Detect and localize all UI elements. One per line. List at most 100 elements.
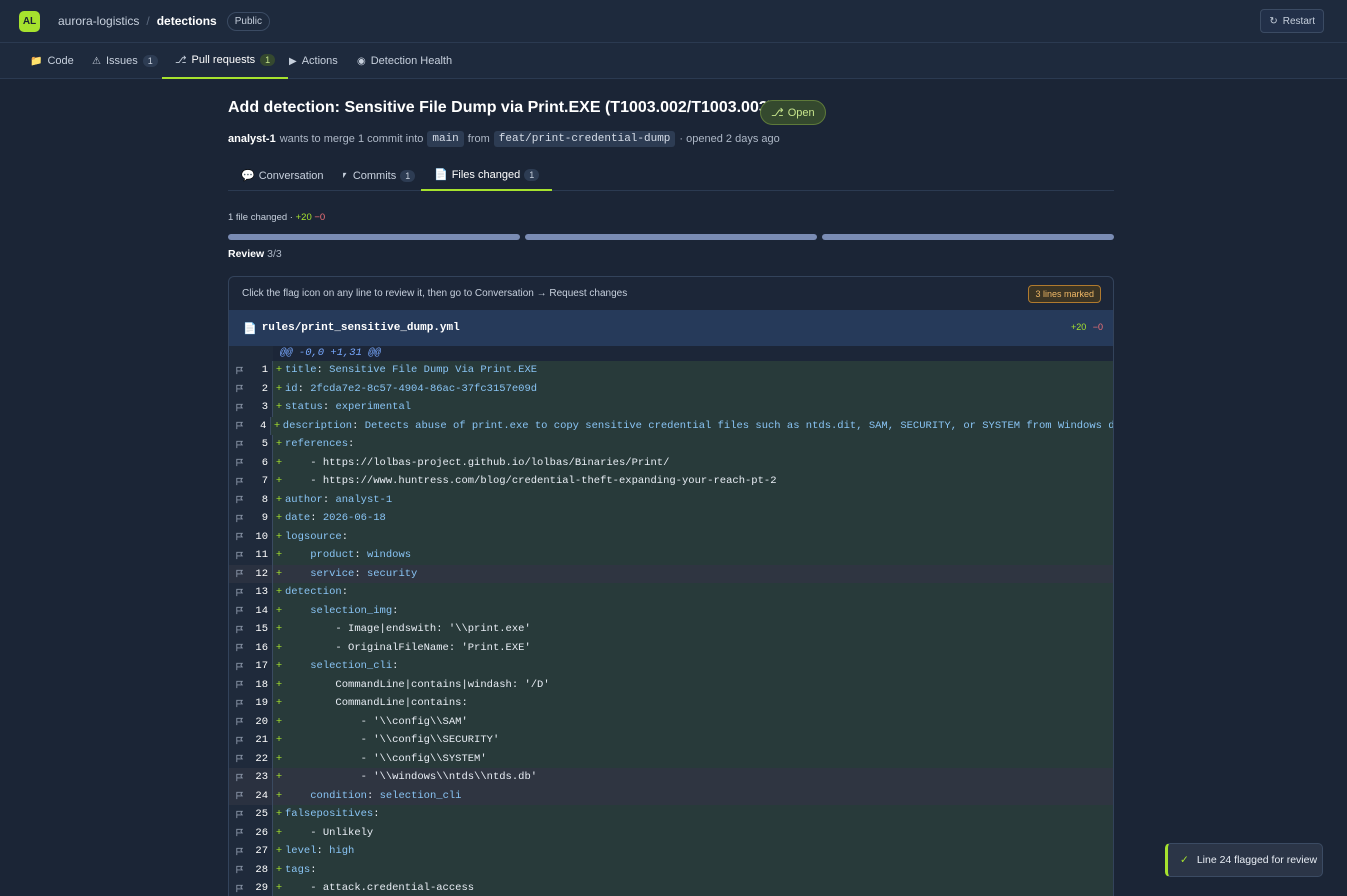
line-content: - '\\config\\SYSTEM' bbox=[285, 750, 487, 769]
line-number: 5 bbox=[250, 435, 273, 454]
flag-icon[interactable] bbox=[229, 509, 250, 528]
file-path[interactable]: rules/print_sensitive_dump.yml bbox=[262, 322, 460, 334]
flag-icon[interactable] bbox=[229, 675, 250, 694]
addition-marker: + bbox=[275, 512, 283, 524]
diff-line: 26 + - Unlikely bbox=[229, 823, 1113, 842]
file-header[interactable]: 📄 rules/print_sensitive_dump.yml +20 −0 bbox=[229, 310, 1113, 346]
flag-icon[interactable] bbox=[229, 842, 250, 861]
line-number: 7 bbox=[250, 472, 273, 491]
flag-icon[interactable] bbox=[229, 583, 250, 602]
pr-author[interactable]: analyst-1 bbox=[228, 133, 276, 145]
line-number: 24 bbox=[250, 786, 273, 805]
flag-icon[interactable] bbox=[229, 694, 250, 713]
flag-icon[interactable] bbox=[229, 601, 250, 620]
flag-icon[interactable] bbox=[229, 786, 250, 805]
diff-code: @@ -0,0 +1,31 @@ 1 + title: Sensitive File… bbox=[229, 346, 1114, 896]
flag-icon[interactable] bbox=[229, 749, 250, 768]
yaml-colon: : bbox=[310, 863, 317, 876]
yaml-colon: : bbox=[341, 530, 349, 543]
review-label-text: Review bbox=[228, 248, 265, 260]
nav-tab-issues[interactable]: ⚠ Issues 1 bbox=[92, 43, 158, 79]
yaml-key: level bbox=[285, 845, 317, 857]
line-number: 21 bbox=[250, 731, 273, 750]
yaml-value: Detects abuse of print.exe to copy sensi… bbox=[364, 419, 1114, 432]
yaml-value: - '\\windows\\ntds\\ntds.db' bbox=[360, 771, 538, 783]
flag-icon[interactable] bbox=[229, 398, 250, 417]
yaml-value: CommandLine|contains: bbox=[335, 697, 468, 709]
flag-icon[interactable] bbox=[229, 731, 250, 750]
flag-icon[interactable] bbox=[229, 379, 250, 398]
yaml-value: 2fcda7e2-8c57-4904-86ac-37fc3157e09d bbox=[310, 382, 538, 395]
yaml-key: product bbox=[310, 549, 355, 561]
flag-icon[interactable] bbox=[229, 860, 250, 879]
flag-icon[interactable] bbox=[229, 435, 250, 454]
commits-count: 1 bbox=[400, 169, 416, 182]
nav-tab-detection-health[interactable]: ◉ Detection Health bbox=[357, 43, 452, 79]
addition-marker: + bbox=[275, 401, 283, 413]
line-content: id: 2fcda7e2-8c57-4904-86ac-37fc3157e09d bbox=[285, 380, 537, 399]
base-branch[interactable]: main bbox=[427, 131, 464, 147]
line-content: falsepositives: bbox=[285, 805, 380, 824]
flag-icon[interactable] bbox=[229, 638, 250, 657]
tab-files-changed[interactable]: 📄 Files changed 1 bbox=[421, 160, 553, 191]
flag-icon[interactable] bbox=[229, 657, 250, 676]
flag-icon[interactable] bbox=[229, 416, 250, 435]
breadcrumb-repo[interactable]: detections bbox=[157, 14, 217, 28]
org-avatar[interactable]: AL bbox=[19, 10, 40, 32]
toast-text: Line 24 flagged for review bbox=[1196, 854, 1318, 866]
line-number: 15 bbox=[250, 620, 273, 639]
diff-line: 3 + status: experimental bbox=[229, 398, 1113, 417]
line-number: 18 bbox=[250, 675, 273, 694]
flag-icon[interactable] bbox=[229, 823, 250, 842]
line-content: product: windows bbox=[285, 546, 411, 565]
line-number: 6 bbox=[250, 453, 273, 472]
flag-icon[interactable] bbox=[229, 564, 250, 583]
flag-icon[interactable] bbox=[229, 712, 250, 731]
line-number: 25 bbox=[250, 805, 273, 824]
flag-icon[interactable] bbox=[229, 768, 250, 787]
pr-meta-text: wants to merge 1 commit into bbox=[279, 133, 424, 145]
addition-marker: + bbox=[275, 438, 283, 450]
flag-icon[interactable] bbox=[229, 361, 250, 380]
line-content: - '\\config\\SECURITY' bbox=[285, 731, 500, 750]
flag-icon[interactable] bbox=[229, 490, 250, 509]
diff-line: 14 + selection_img: bbox=[229, 601, 1113, 620]
yaml-value: Sensitive File Dump Via Print.EXE bbox=[329, 364, 538, 376]
flag-icon[interactable] bbox=[229, 546, 250, 565]
addition-marker: + bbox=[275, 734, 283, 746]
pull-requests-count: 1 bbox=[260, 54, 276, 66]
diff-line: 20 + - '\\config\\SAM' bbox=[229, 712, 1113, 731]
diff-line: 7 + - https://www.huntress.com/blog/crede… bbox=[229, 472, 1113, 491]
flag-icon[interactable] bbox=[229, 472, 250, 491]
diff-line: 24 + condition: selection_cli bbox=[229, 786, 1113, 805]
pr-title: Add detection: Sensitive File Dump via P… bbox=[228, 99, 795, 117]
flag-icon[interactable] bbox=[229, 527, 250, 546]
pr-tabs: 💬 Conversation ⎖ Commits 1 📄 Files chang… bbox=[228, 160, 1114, 191]
pr-status-badge: ⎇ Open bbox=[760, 100, 826, 125]
nav-tab-pull-requests[interactable]: ⎇ Pull requests 1 bbox=[162, 43, 289, 79]
pull-request-icon: ⎇ bbox=[771, 107, 784, 119]
addition-marker: + bbox=[275, 604, 283, 617]
flag-icon[interactable] bbox=[229, 805, 250, 824]
head-branch[interactable]: feat/print-credential-dump bbox=[493, 131, 676, 147]
nav-tab-actions[interactable]: ▶ Actions bbox=[289, 43, 338, 79]
flag-icon[interactable] bbox=[229, 620, 250, 639]
tab-conversation[interactable]: 💬 Conversation bbox=[241, 160, 324, 191]
addition-marker: + bbox=[275, 382, 283, 395]
breadcrumb-separator: / bbox=[146, 14, 150, 28]
pr-title-text: Add detection: Sensitive File Dump via P… bbox=[228, 99, 774, 116]
flag-icon[interactable] bbox=[229, 453, 250, 472]
nav-tab-code[interactable]: 📁 Code bbox=[30, 43, 74, 79]
tab-label: Files changed bbox=[451, 168, 521, 181]
flag-icon[interactable] bbox=[229, 879, 250, 896]
addition-marker: + bbox=[275, 623, 283, 635]
breadcrumb-org[interactable]: aurora-logistics bbox=[58, 14, 139, 28]
restart-button[interactable]: ↻ Restart bbox=[1260, 9, 1324, 33]
line-number: 13 bbox=[250, 583, 273, 602]
tab-commits[interactable]: ⎖ Commits 1 bbox=[340, 160, 416, 191]
nav-tab-label: Pull requests bbox=[191, 54, 256, 66]
line-number: 17 bbox=[250, 657, 273, 676]
yaml-value: - attack.credential-access bbox=[310, 882, 475, 894]
